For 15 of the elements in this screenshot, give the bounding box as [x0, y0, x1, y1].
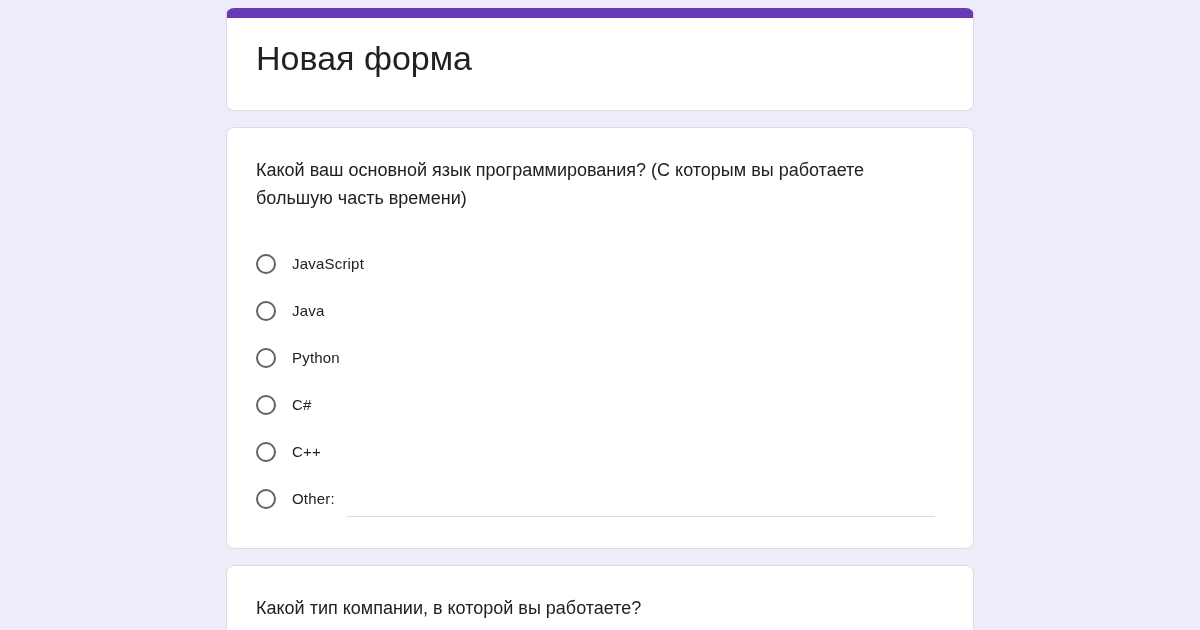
radio-button[interactable]: [256, 441, 276, 462]
radio-button[interactable]: [256, 488, 276, 509]
radio-button[interactable]: [256, 253, 276, 274]
option-label: C#: [292, 396, 312, 413]
radio-button[interactable]: [256, 394, 276, 415]
option-label: Python: [292, 349, 340, 366]
option-label: C++: [292, 443, 321, 460]
question-text: Какой тип компании, в которой вы работаете?: [256, 597, 643, 620]
option-label: Other:: [292, 490, 335, 507]
radio-button[interactable]: [256, 347, 276, 368]
form-title: Новая форма: [256, 38, 473, 79]
option-label: JavaScript: [292, 255, 365, 272]
option-label: Java: [292, 302, 325, 319]
radio-button[interactable]: [256, 300, 276, 321]
question-text: Какой ваш основной язык программирования? (С которым вы работаете большую часть времени): [256, 159, 866, 210]
